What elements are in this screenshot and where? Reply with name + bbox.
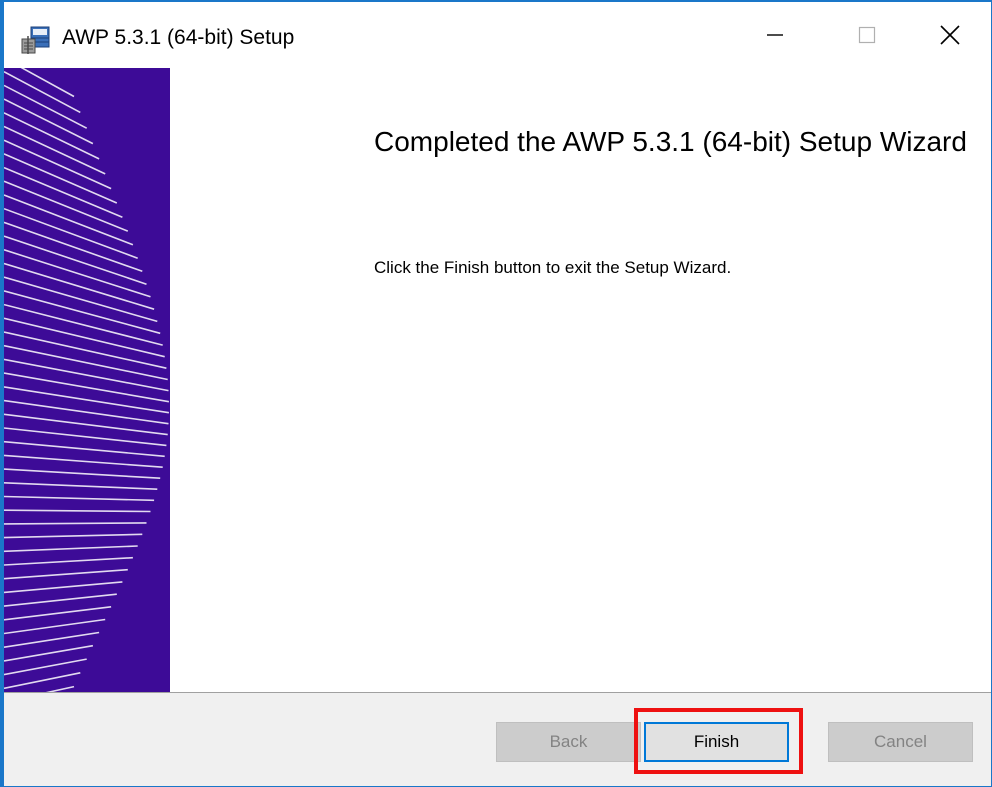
- banner-stroke: [4, 153, 118, 204]
- maximize-button[interactable]: [821, 2, 913, 68]
- banner-stroke: [4, 386, 170, 414]
- banner-stroke: [4, 631, 100, 648]
- button-bar: Back Finish Cancel: [4, 693, 991, 786]
- banner-stroke: [4, 454, 163, 468]
- banner-stroke: [4, 249, 151, 298]
- banner-stroke: [4, 139, 112, 190]
- banner-stroke: [4, 606, 112, 621]
- completion-message: Click the Finish button to exit the Setu…: [374, 258, 732, 277]
- completion-heading: Completed the AWP 5.3.1 (64-bit) Setup W…: [374, 126, 967, 157]
- maximize-icon: [858, 26, 876, 44]
- banner-stroke: [4, 303, 163, 346]
- close-button[interactable]: [904, 2, 991, 68]
- banner-stroke: [4, 468, 161, 479]
- banner-stroke: [4, 568, 128, 580]
- banner-stroke: [4, 482, 158, 490]
- finish-button[interactable]: Finish: [644, 722, 789, 762]
- banner-stroke: [4, 399, 169, 425]
- banner-stroke: [4, 221, 143, 273]
- banner-stroke: [4, 372, 170, 403]
- banner-stroke: [4, 235, 147, 285]
- minimize-button[interactable]: [729, 2, 821, 68]
- banner-stroke: [4, 413, 168, 436]
- banner-stroke: [4, 180, 129, 232]
- banner-stroke: [4, 427, 167, 447]
- banner-stroke: [4, 112, 100, 160]
- wizard-side-banner: [4, 68, 170, 692]
- back-button[interactable]: Back: [496, 722, 641, 762]
- banner-stroke: [4, 166, 123, 218]
- banner-stroke: [4, 545, 138, 553]
- banner-stroke: [4, 495, 155, 502]
- banner-stroke: [4, 581, 123, 594]
- close-icon: [940, 25, 960, 45]
- banner-stroke: [4, 509, 151, 513]
- window-title: AWP 5.3.1 (64-bit) Setup: [62, 26, 295, 49]
- minimize-icon: [767, 34, 783, 36]
- banner-stroke: [4, 276, 158, 323]
- banner-stroke: [4, 556, 133, 566]
- banner-stroke: [4, 125, 106, 175]
- banner-stroke: [4, 194, 134, 246]
- setup-window: AWP 5.3.1 (64-bit) Setup Completed the A…: [0, 0, 992, 787]
- wizard-content: Completed the AWP 5.3.1 (64-bit) Setup W…: [170, 68, 991, 692]
- banner-stroke: [4, 644, 94, 662]
- banner-stroke: [4, 207, 138, 259]
- title-bar[interactable]: AWP 5.3.1 (64-bit) Setup: [4, 2, 991, 68]
- cancel-button[interactable]: Cancel: [828, 722, 973, 762]
- banner-stroke: [4, 290, 161, 335]
- banner-line-art: [4, 68, 170, 692]
- banner-stroke: [4, 672, 81, 690]
- installer-package-icon: [21, 26, 50, 54]
- banner-stroke: [4, 440, 165, 458]
- banner-stroke: [4, 593, 117, 607]
- banner-stroke: [4, 658, 87, 676]
- banner-stroke: [4, 262, 155, 310]
- banner-stroke: [4, 522, 147, 525]
- banner-stroke: [4, 84, 88, 129]
- banner-stroke: [4, 533, 143, 539]
- banner-stroke: [4, 98, 94, 145]
- banner-stroke: [20, 68, 75, 98]
- banner-stroke: [4, 618, 106, 635]
